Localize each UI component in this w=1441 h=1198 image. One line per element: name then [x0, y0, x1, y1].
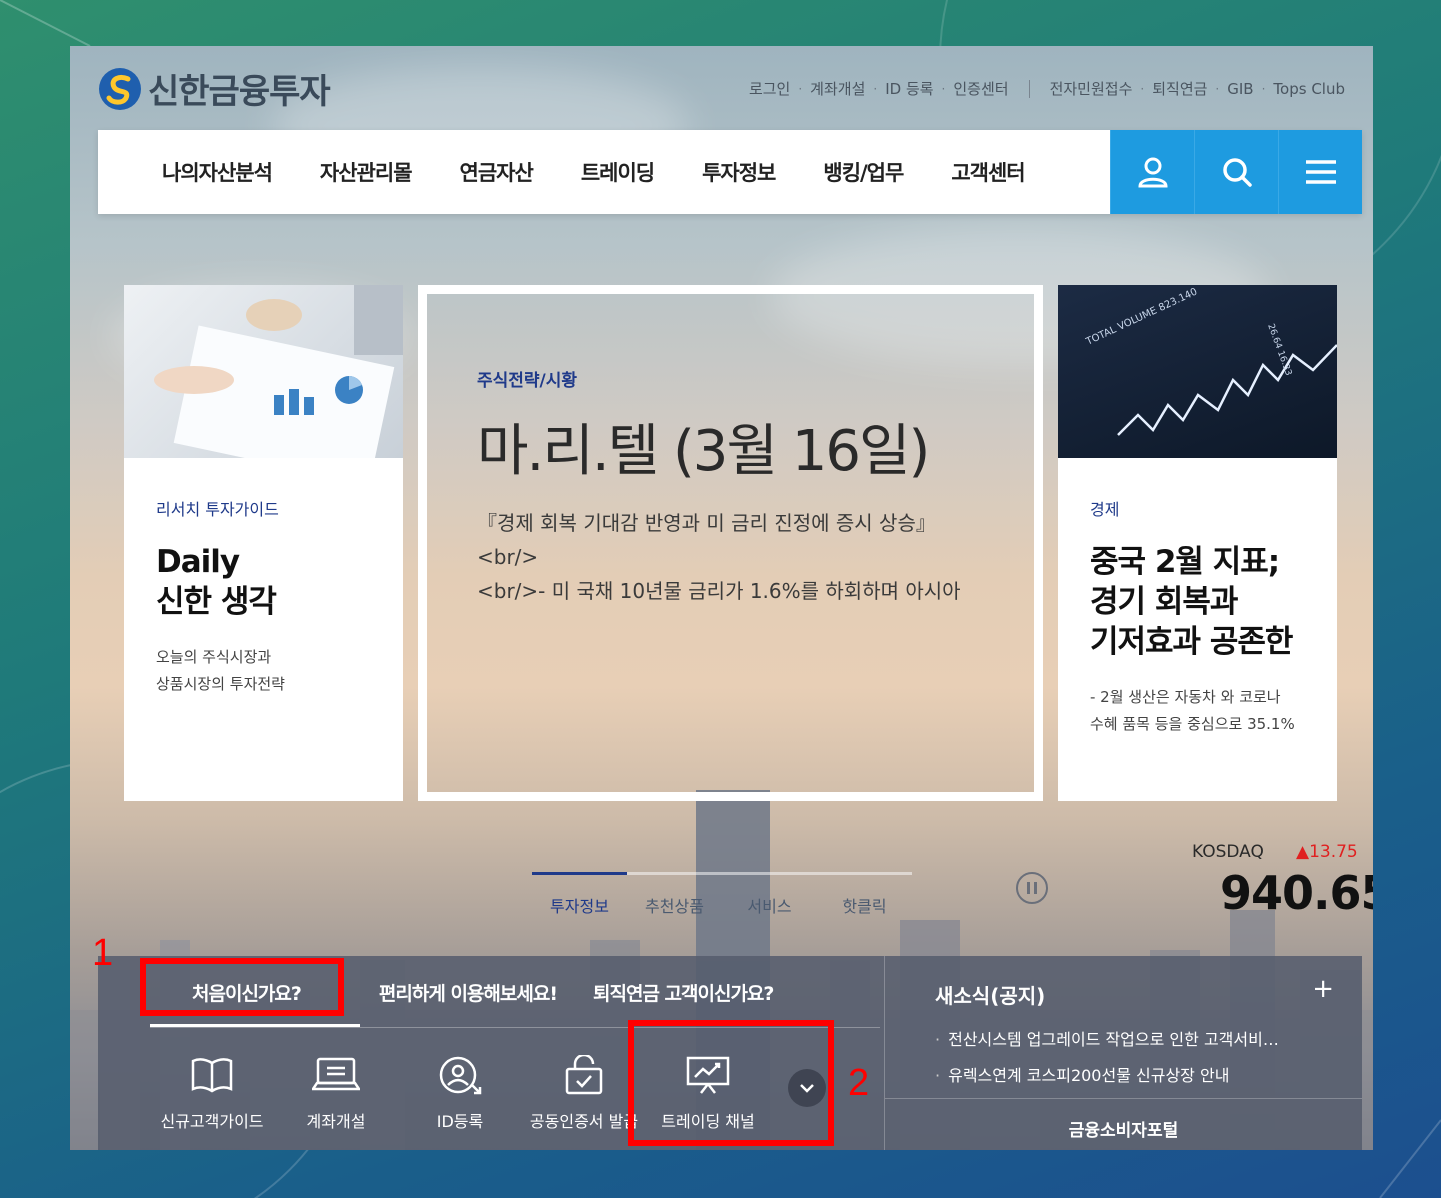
hero-category: 주식전략/시황 — [477, 371, 578, 391]
header-top: 신한금융투자 로그인 · 계좌개설 · ID 등록 · 인증센터 전자민원접수 … — [70, 46, 1373, 130]
laptop-icon — [312, 1057, 360, 1091]
nav-invest-info[interactable]: 투자정보 — [702, 157, 776, 187]
research-card-image — [124, 285, 403, 458]
research-card-title: Daily 신한 생각 — [156, 544, 277, 620]
quick-label: 신규고객가이드 — [160, 1112, 264, 1131]
tab-pension-customer[interactable]: 퇴직연금 고객이신가요? — [593, 979, 774, 1006]
economy-card-title: 중국 2월 지표; 경기 회복과 기저효과 공존한 — [1090, 544, 1293, 660]
user-icon — [1137, 157, 1168, 188]
news-title[interactable]: 새소식(공지) — [935, 980, 1045, 1009]
annotation-number-1: 1 — [92, 932, 114, 974]
consumer-portal-link[interactable]: 금융소비자포털 — [885, 1116, 1362, 1141]
util-separator — [1028, 79, 1030, 98]
account-open-link[interactable]: 계좌개설 — [802, 78, 873, 99]
nav-banking[interactable]: 뱅킹/업무 — [823, 157, 904, 187]
menu-button[interactable] — [1278, 130, 1362, 214]
logo-text: 신한금융투자 — [148, 73, 331, 111]
nav-pension[interactable]: 연금자산 — [460, 157, 534, 187]
research-card-desc: 오늘의 주식시장과 상품시장의 투자전략 — [156, 648, 285, 693]
id-register-link[interactable]: ID 등록 — [877, 78, 941, 99]
economy-card[interactable]: TOTAL VOLUME 823.140 26.64 16.33 경제 중국 2… — [1058, 285, 1337, 801]
hero-title: 마.리.텔 (3월 16일) — [477, 419, 930, 484]
research-card-category: 리서치 투자가이드 — [156, 500, 279, 519]
hero-desc: 『경제 회복 기대감 반영과 미 금리 진정에 증시 상승』<br/> <br/… — [477, 511, 961, 603]
complaint-link[interactable]: 전자민원접수 — [1042, 78, 1141, 99]
shinhan-logo-icon — [99, 67, 141, 110]
annotation-box-1 — [140, 958, 344, 1016]
research-card[interactable]: 리서치 투자가이드 Daily 신한 생각 오늘의 주식시장과 상품시장의 투자… — [124, 285, 403, 801]
search-button[interactable] — [1194, 130, 1278, 214]
user-id-icon — [439, 1056, 482, 1095]
pension-link[interactable]: 퇴직연금 — [1144, 78, 1215, 99]
tab-invest-info[interactable]: 투자정보 — [532, 872, 627, 917]
tops-club-link[interactable]: Tops Club — [1265, 80, 1353, 98]
nav-trading[interactable]: 트레이딩 — [581, 157, 655, 187]
gib-link[interactable]: GIB — [1219, 80, 1261, 98]
index-change: ▲13.75 — [1296, 842, 1358, 862]
search-icon — [1222, 158, 1252, 187]
quick-label: 계좌개설 — [306, 1112, 366, 1131]
annotation-box-2 — [628, 1020, 834, 1146]
tab-recommended[interactable]: 추천상품 — [627, 872, 722, 917]
news-more-plus-icon[interactable]: + — [1312, 974, 1334, 1004]
quick-id-register[interactable]: ID등록 — [398, 1052, 522, 1132]
utility-links: 로그인 · 계좌개설 · ID 등록 · 인증센터 전자민원접수 · 퇴직연금 … — [741, 78, 1353, 99]
economy-card-desc: - 2월 생산은 자동차 와 코로나 수혜 품목 등을 중심으로 35.1% — [1090, 688, 1295, 733]
certificate-icon — [565, 1055, 603, 1095]
news-item[interactable]: · 유렉스연계 코스피200선물 신규상장 안내 — [935, 1058, 1279, 1094]
book-icon — [191, 1058, 233, 1093]
cert-center-link[interactable]: 인증센터 — [945, 78, 1016, 99]
login-link[interactable]: 로그인 — [741, 78, 798, 99]
economy-card-category: 경제 — [1090, 500, 1120, 519]
quick-label: ID등록 — [436, 1112, 484, 1131]
quick-new-customer-guide[interactable]: 신규고객가이드 — [150, 1052, 274, 1132]
pause-icon — [1027, 882, 1030, 894]
main-navigation: 나의자산분석 자산관리몰 연금자산 트레이딩 투자정보 뱅킹/업무 고객센터 — [98, 130, 1362, 214]
index-value: 940.65 — [1220, 866, 1373, 920]
nav-customer-center[interactable]: 고객센터 — [951, 157, 1025, 187]
svg-text:26.64 16.33: 26.64 16.33 — [1265, 323, 1293, 378]
svg-text:TOTAL VOLUME 823.140: TOTAL VOLUME 823.140 — [1084, 286, 1200, 348]
nav-asset-analysis[interactable]: 나의자산분석 — [162, 157, 273, 187]
news-section: 새소식(공지) + · 전산시스템 업그레이드 작업으로 인한 고객서비… · 유렉… — [885, 956, 1362, 1150]
news-divider — [885, 1098, 1362, 1099]
quick-account-open[interactable]: 계좌개설 — [274, 1052, 398, 1132]
tab-convenient[interactable]: 편리하게 이용해보세요! — [379, 979, 558, 1006]
news-item[interactable]: · 전산시스템 업그레이드 작업으로 인한 고객서비… — [935, 1022, 1279, 1058]
pause-button[interactable] — [1016, 872, 1048, 904]
slider-tabs: 투자정보 추천상품 서비스 핫클릭 — [532, 872, 912, 917]
user-button[interactable] — [1110, 130, 1194, 214]
index-name: KOSDAQ — [1192, 842, 1264, 862]
logo[interactable]: 신한금융투자 — [98, 64, 331, 113]
hero-banner[interactable]: 주식전략/시황 마.리.텔 (3월 16일) 『경제 회복 기대감 반영과 미 … — [418, 285, 1043, 801]
nav-asset-mall[interactable]: 자산관리몰 — [320, 157, 413, 187]
tab-hot-click[interactable]: 핫클릭 — [817, 872, 912, 917]
news-list: · 전산시스템 업그레이드 작업으로 인한 고객서비… · 유렉스연계 코스피200… — [935, 1022, 1279, 1094]
annotation-number-2: 2 — [848, 1062, 870, 1104]
tab-service[interactable]: 서비스 — [722, 872, 817, 917]
menu-icon — [1305, 160, 1336, 184]
economy-card-image: TOTAL VOLUME 823.140 26.64 16.33 — [1058, 285, 1337, 458]
active-tab-underline — [150, 1024, 360, 1027]
